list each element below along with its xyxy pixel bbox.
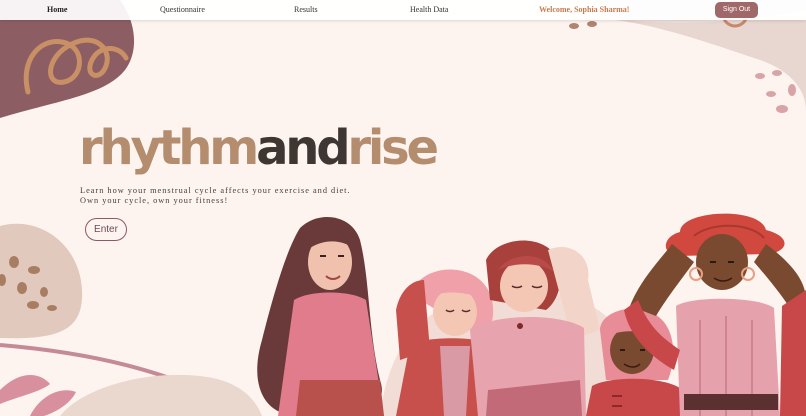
subtitle-line-2: Own your cycle, own your fitness! [80,196,229,205]
nav-results-link[interactable]: Results [294,5,318,14]
top-navbar: Home Questionnaire Results Health Data W… [0,0,806,20]
nav-questionnaire-link[interactable]: Questionnaire [160,5,205,14]
bottom-left-blob [0,223,83,339]
sign-out-button[interactable]: Sign Out [715,2,758,18]
right-petal [772,70,782,76]
bottom-sand-blob [60,374,262,416]
hero-subtitle: Learn how your menstrual cycle affects y… [80,186,400,206]
background-illustration [0,0,806,416]
woman-1 [257,216,384,416]
bottom-left-leaves [0,374,76,416]
blob-spot [47,305,57,311]
right-petal [776,105,788,113]
subtitle-line-1: Learn how your menstrual cycle affects y… [80,186,351,195]
title-word-and: and [256,120,351,176]
hero-title: rhythmandrise [79,120,439,176]
welcome-message: Welcome, Sophia Sharma! [539,5,630,14]
woman-3 [470,240,600,416]
blob-spot [28,266,40,274]
right-petal [788,84,796,96]
landing-page: Home Questionnaire Results Health Data W… [0,0,806,416]
blob-spot [17,282,27,294]
title-word-rhythm: rhythm [79,120,259,176]
title-word-rise: rise [347,120,439,176]
top-right-petal [569,23,579,29]
right-petal [755,73,765,79]
enter-button[interactable]: Enter [85,218,127,241]
nav-health-data-link[interactable]: Health Data [410,5,448,14]
nav-home-link[interactable]: Home [47,5,67,14]
blob-spot [9,256,19,268]
blob-spot [27,301,39,309]
top-right-petal [587,21,597,27]
group-of-women-illustration [257,213,806,416]
right-petal [766,91,776,97]
blob-spot [40,287,48,297]
